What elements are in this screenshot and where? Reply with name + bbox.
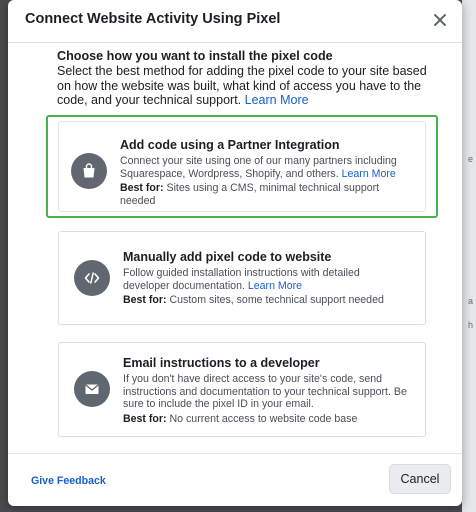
option-learn-more-link[interactable]: Learn More: [342, 168, 396, 180]
shopping-bag-icon: [83, 163, 95, 178]
option-icon-circle: [71, 153, 107, 189]
option-title: Email instructions to a developer: [123, 356, 320, 370]
intro-learn-more-link[interactable]: Learn More: [245, 93, 309, 107]
option-email-developer[interactable]: Email instructions to a developer If you…: [58, 342, 426, 437]
option-best-for: Best for: Sites using a CMS, minimal tec…: [120, 182, 380, 207]
option-best-for: Best for: No current access to website c…: [123, 412, 358, 425]
code-icon: [84, 272, 100, 284]
option-description: If you don't have direct access to your …: [123, 373, 407, 410]
envelope-icon: [85, 384, 99, 394]
option-icon-circle: [74, 371, 110, 407]
option-description: Follow guided installation instructions …: [123, 267, 360, 292]
give-feedback-link[interactable]: Give Feedback: [31, 475, 106, 487]
option-manual-install[interactable]: Manually add pixel code to website Follo…: [58, 231, 426, 325]
option-title: Add code using a Partner Integration: [120, 138, 340, 152]
cancel-button[interactable]: Cancel: [389, 464, 451, 494]
background-page-edge: e a h: [462, 0, 476, 512]
intro-description: Select the best method for adding the pi…: [57, 64, 427, 107]
dialog-header: Connect Website Activity Using Pixel: [8, 0, 462, 43]
option-partner-integration[interactable]: Add code using a Partner Integration Con…: [46, 115, 438, 218]
intro-heading: Choose how you want to install the pixel…: [57, 49, 333, 63]
dialog-title: Connect Website Activity Using Pixel: [25, 11, 281, 27]
close-button[interactable]: [429, 9, 451, 31]
option-icon-circle: [74, 260, 110, 296]
option-title: Manually add pixel code to website: [123, 250, 332, 264]
option-best-for: Best for: Custom sites, some technical s…: [123, 294, 384, 306]
option-description: Connect your site using one of our many …: [120, 155, 397, 180]
dialog-footer: Give Feedback Cancel: [8, 453, 462, 506]
close-icon: [434, 14, 446, 26]
pixel-install-dialog: Connect Website Activity Using Pixel Cho…: [8, 0, 462, 506]
option-learn-more-link[interactable]: Learn More: [248, 280, 302, 292]
intro-text: Select the best method for adding the pi…: [57, 64, 437, 108]
